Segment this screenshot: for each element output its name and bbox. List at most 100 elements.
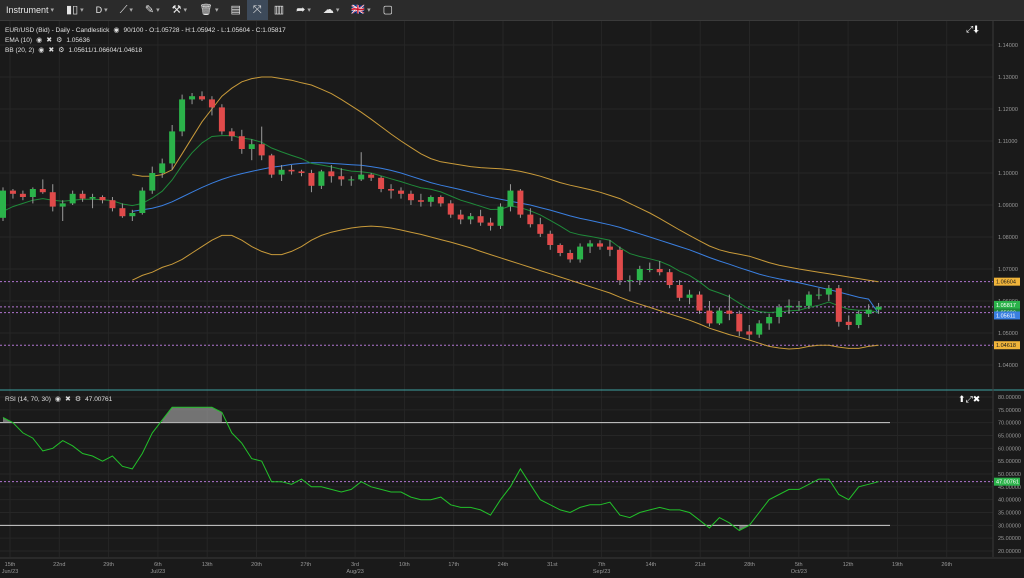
gear-icon[interactable]: ⚙ — [58, 46, 64, 54]
candle-body — [557, 245, 564, 253]
candle-body — [9, 190, 16, 194]
layout-button[interactable]: ▤ — [225, 0, 247, 20]
caret-down-icon: ▾ — [156, 7, 160, 14]
candle-body — [577, 246, 584, 260]
maximize-pane-icon[interactable]: ⤢⬇ — [966, 24, 979, 35]
candle-body — [388, 189, 395, 191]
time-tick-label: 14th — [646, 562, 657, 568]
time-tick-label: 7th — [598, 562, 606, 568]
candle-body — [308, 173, 315, 186]
candle-body — [497, 206, 504, 226]
interval-menu[interactable]: D ▾ — [90, 0, 114, 20]
candle-body — [835, 288, 842, 322]
candle-body — [99, 197, 106, 201]
ema-legend: EMA (10) ◉ ✖ ⚙ 1.05636 — [5, 36, 90, 45]
candle-body — [845, 321, 852, 325]
time-tick-label: 24th — [498, 562, 509, 568]
eye-icon[interactable]: ◉ — [55, 395, 61, 403]
snapshot-button[interactable]: ▢ — [377, 0, 399, 20]
eye-icon[interactable]: ◉ — [113, 26, 119, 34]
candle-body — [646, 269, 653, 270]
rsi-tick-label: 25.00000 — [998, 536, 1021, 542]
candle-body — [626, 280, 633, 282]
chart-canvas[interactable]: 1.14000 1.13000 1.12000 1.11000 1.10000 1.090… — [0, 21, 1024, 576]
candle-body — [29, 189, 36, 197]
price-tick-label: 1.10000 — [998, 171, 1018, 177]
theme-menu[interactable]: ☁ ▾ — [317, 0, 346, 20]
candle-body — [358, 174, 365, 180]
draw-line-icon: ⟋ — [119, 3, 128, 16]
candle-body — [636, 269, 643, 281]
candle-body — [417, 200, 424, 202]
language-icon: 🇬🇧 — [351, 3, 366, 16]
tools-icon: ⚒ — [171, 3, 182, 16]
candle-body — [258, 144, 265, 156]
delete-menu[interactable]: 🗑 ▾ — [193, 0, 224, 20]
candle-body — [278, 169, 285, 175]
draw-line-menu[interactable]: ⟋ ▾ — [114, 0, 139, 20]
time-tick-label: 15th — [5, 562, 16, 568]
rsi-legend: RSI (14, 70, 30) ◉ ✖ ⚙ 47.00761 — [5, 395, 113, 404]
candle-body — [865, 309, 872, 314]
candle-body — [39, 189, 46, 193]
bb-value: 1.05611/1.06604/1.04618 — [68, 46, 143, 54]
price-tick-label: 1.07000 — [998, 267, 1018, 273]
time-tick-label: 26th — [941, 562, 952, 568]
gear-icon[interactable]: ⚙ — [75, 395, 81, 403]
tools-menu[interactable]: ⚒ ▾ — [166, 0, 193, 20]
close-icon[interactable]: ✖ — [48, 46, 54, 54]
price-marker-label: 1.06604 — [996, 280, 1016, 286]
candle-body — [89, 197, 96, 199]
chart-area[interactable]: 1.14000 1.13000 1.12000 1.11000 1.10000 1.090… — [0, 21, 1024, 576]
time-tick-label: 12th — [843, 562, 854, 568]
gear-icon[interactable]: ⚙ — [56, 36, 62, 44]
candle-body — [597, 243, 603, 247]
rsi-overbought-fill — [162, 407, 222, 423]
time-tick-label: 28th — [744, 562, 755, 568]
time-tick-label: 17th — [448, 562, 459, 568]
rsi-tick-label: 40.00000 — [998, 498, 1021, 504]
candle-body — [825, 288, 832, 295]
price-tick-label: 1.09000 — [998, 203, 1018, 209]
candle-body — [696, 294, 703, 311]
caret-down-icon: ▾ — [104, 7, 108, 14]
instrument-menu[interactable]: Instrument ▾ — [0, 0, 60, 20]
move-pane-icons[interactable]: ⬆⤢✖ — [958, 394, 980, 405]
rsi-tick-label: 70.00000 — [998, 421, 1021, 427]
indicators-button[interactable]: ▥ — [268, 0, 290, 20]
price-marker-label: 1.05817 — [996, 303, 1016, 309]
pencil-menu[interactable]: ✎ ▾ — [139, 0, 166, 20]
delete-icon: 🗑 — [199, 3, 213, 16]
language-menu[interactable]: 🇬🇧 ▾ — [345, 0, 376, 20]
candle-body — [457, 214, 464, 220]
close-icon[interactable]: ✖ — [65, 395, 71, 403]
time-tick-label: 6th — [154, 562, 162, 568]
candle-body — [238, 136, 245, 149]
layout-icon: ▤ — [230, 3, 241, 16]
time-tick-label: 27th — [300, 562, 311, 568]
candle-body — [716, 310, 723, 324]
share-menu[interactable]: ➦ ▾ — [290, 0, 317, 20]
time-tick-label: 20th — [251, 562, 262, 568]
rsi-value: 47.00761 — [85, 395, 113, 403]
crosshair-button[interactable]: ⤧ — [246, 0, 268, 20]
candle-body — [587, 243, 594, 247]
candle-body — [149, 173, 156, 191]
time-tick-sublabel: Sep/23 — [593, 569, 610, 575]
candle-body — [318, 171, 325, 186]
caret-down-icon: ▾ — [335, 7, 340, 14]
eye-icon[interactable]: ◉ — [36, 36, 42, 44]
candle-body — [726, 310, 733, 314]
rsi-tick-label: 20.00000 — [998, 549, 1021, 555]
price-tick-label: 1.14000 — [998, 43, 1018, 49]
time-tick-label: 3rd — [351, 562, 359, 568]
candle-body — [398, 190, 404, 194]
eye-icon[interactable]: ◉ — [38, 46, 44, 54]
candle-body — [776, 307, 783, 317]
instrument-menu-label: Instrument — [6, 5, 49, 15]
caret-down-icon: ▾ — [129, 7, 133, 14]
candle-body — [616, 249, 623, 281]
time-tick-label: 5th — [795, 562, 803, 568]
chart-type-menu[interactable]: ▮▯ ▾ — [60, 0, 90, 20]
close-icon[interactable]: ✖ — [46, 36, 52, 44]
